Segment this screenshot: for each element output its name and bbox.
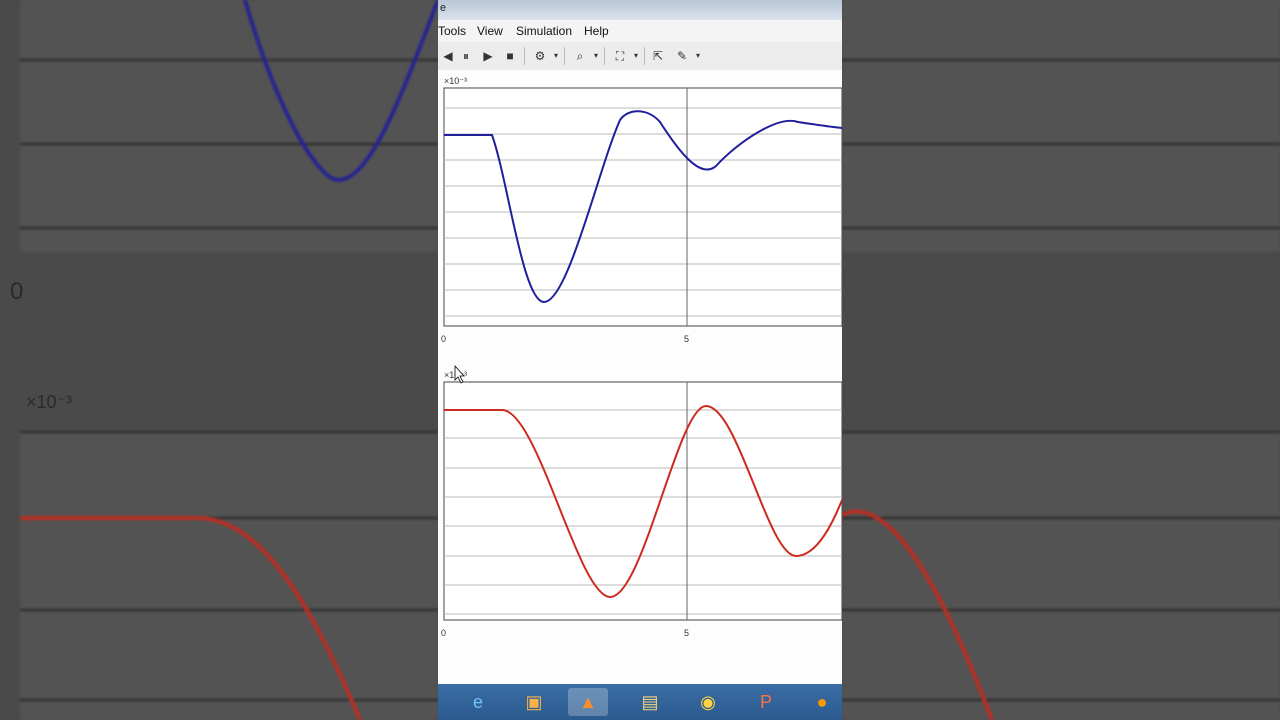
restore-icon[interactable]: ⇱ — [650, 48, 666, 64]
toolbar-separator — [564, 47, 565, 65]
parameters-icon[interactable]: ✎ — [674, 48, 690, 64]
plot-area: ×10⁻³ 0 5 0 5 — [438, 70, 842, 684]
menu-tools[interactable]: Tools — [438, 24, 466, 38]
firefox-icon[interactable]: ● — [802, 688, 842, 716]
scope2-x-tick-0: 0 — [441, 628, 446, 638]
menu-view[interactable]: View — [477, 24, 503, 38]
pause-icon[interactable]: ⏸ — [458, 48, 474, 64]
toolbar-separator — [644, 47, 645, 65]
chevron-down-icon[interactable]: ▾ — [690, 48, 706, 64]
background-zero-label: 0 — [10, 278, 24, 305]
stop-icon[interactable]: ■ — [502, 48, 518, 64]
matlab-icon[interactable]: ▲ — [568, 688, 608, 716]
menu-bar: Tools View Simulation Help — [438, 20, 842, 42]
toolbar-separator — [524, 47, 525, 65]
scope1-x-tick-0: 0 — [441, 334, 446, 344]
background-exponent-label: ×10⁻³ — [26, 392, 73, 412]
scope1-exponent-label: ×10⁻³ — [444, 76, 467, 86]
ie-icon[interactable]: e — [458, 688, 498, 716]
scope-plots-svg: ×10⁻³ 0 5 0 5 — [441, 76, 842, 638]
signal-select-icon[interactable]: ⚙ — [532, 48, 548, 64]
scope1-axes: ×10⁻³ 0 5 — [441, 76, 842, 344]
zoom-icon[interactable]: ⌕ — [572, 48, 588, 64]
background-left-panel: 0 ×10⁻³ — [0, 0, 438, 720]
toolbar-separator — [604, 47, 605, 65]
file-explorer-icon[interactable]: ▤ — [630, 688, 670, 716]
scope2-axes: ×10⁻³ 0 5 — [441, 370, 842, 638]
background-left-plot — [20, 0, 438, 720]
chevron-down-icon[interactable]: ▾ — [588, 48, 604, 64]
title-bar: e — [438, 0, 842, 20]
menu-help[interactable]: Help — [584, 24, 609, 38]
play-icon[interactable]: ▶ — [480, 48, 496, 64]
chrome-icon[interactable]: ◉ — [688, 688, 728, 716]
chevron-down-icon[interactable]: ▾ — [548, 48, 564, 64]
autoscale-icon[interactable]: ⛶ — [612, 48, 628, 64]
menu-simulation[interactable]: Simulation — [516, 24, 572, 38]
powerpoint-icon[interactable]: P — [746, 688, 786, 716]
background-right-panel — [842, 0, 1280, 720]
scope-window: e Tools View Simulation Help ◀ ⏸ ▶ ■ ⚙ ▾… — [438, 0, 842, 720]
step-back-icon[interactable]: ◀ — [440, 48, 456, 64]
window-title: e — [440, 2, 447, 14]
background-right-plot — [842, 0, 1280, 720]
chevron-down-icon[interactable]: ▾ — [628, 48, 644, 64]
toolbar: ◀ ⏸ ▶ ■ ⚙ ▾ ⌕ ▾ ⛶ ▾ ⇱ ✎ ▾ — [438, 42, 842, 71]
scope1-x-tick-5: 5 — [684, 334, 689, 344]
media-player-icon[interactable]: ▣ — [514, 688, 554, 716]
mouse-cursor-icon — [454, 364, 465, 384]
scope2-x-tick-5: 5 — [684, 628, 689, 638]
taskbar: e ▣ ▲ ▤ ◉ P ● — [438, 684, 842, 720]
